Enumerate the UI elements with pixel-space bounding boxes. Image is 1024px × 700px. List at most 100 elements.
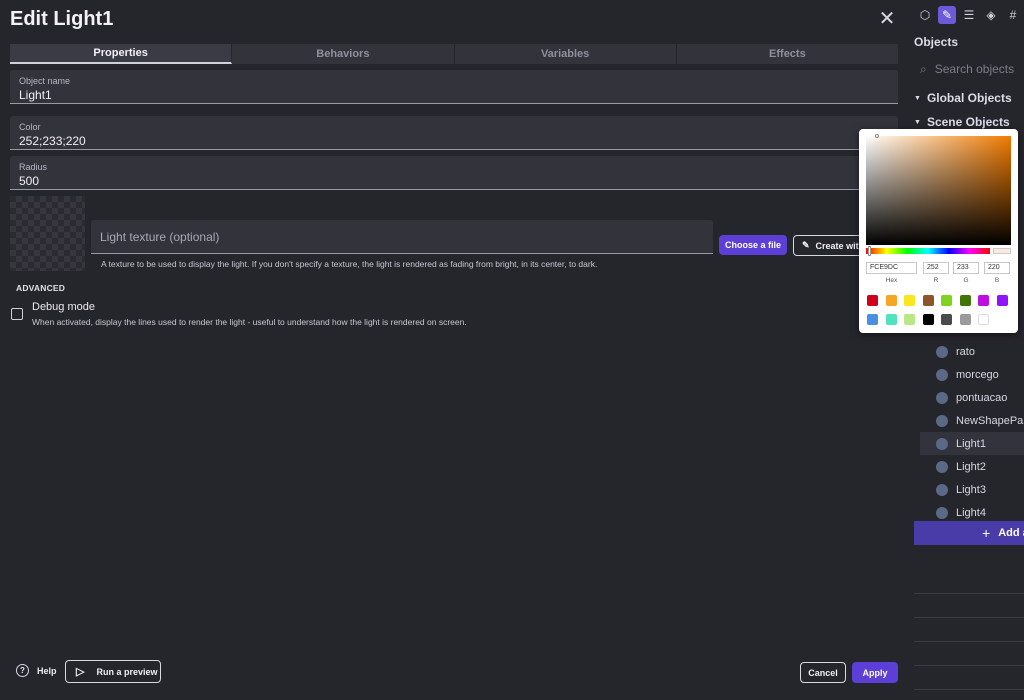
debug-mode-description: When activated, display the lines used t… bbox=[32, 317, 467, 327]
object-icon bbox=[936, 483, 948, 496]
texture-thumbnail[interactable] bbox=[10, 196, 85, 271]
object-list: rato morcego pontuacao NewShapePainter Light… bbox=[920, 340, 1024, 524]
object-label: morcego bbox=[956, 368, 999, 381]
pencil-icon: ✎ bbox=[802, 240, 810, 250]
texture-help-text: A texture to be used to display the ligh… bbox=[101, 259, 598, 269]
object-name-input[interactable]: Light1 bbox=[19, 88, 52, 102]
run-preview-button[interactable]: ▷ Run a preview bbox=[65, 660, 161, 683]
objects-panel: ⬡ ✎ ☰ ◈ # Objects ⌕ Search objects ▼ Glo… bbox=[914, 0, 1024, 700]
color-swatch[interactable] bbox=[885, 295, 897, 306]
field-label: Radius bbox=[19, 162, 48, 172]
advanced-heading: ADVANCED bbox=[16, 283, 66, 293]
object-list-item[interactable]: pontuacao bbox=[920, 386, 1024, 409]
object-name-field[interactable]: Object name Light1 bbox=[10, 70, 898, 104]
texture-input[interactable]: Light texture (optional) bbox=[91, 220, 713, 254]
object-icon bbox=[936, 391, 948, 404]
section-label: Scene Objects bbox=[926, 115, 1010, 129]
hash-icon[interactable]: # bbox=[1004, 6, 1022, 24]
object-list-item[interactable]: NewShapePainter bbox=[920, 409, 1024, 432]
color-swatch[interactable] bbox=[904, 295, 915, 306]
color-swatch[interactable] bbox=[978, 295, 989, 306]
help-button[interactable]: ? Help bbox=[16, 664, 57, 677]
color-swatch[interactable] bbox=[941, 314, 952, 325]
color-swatch[interactable] bbox=[959, 295, 971, 306]
object-label: Light2 bbox=[956, 460, 986, 473]
object-icon bbox=[936, 414, 948, 427]
object-list-item[interactable]: morcego bbox=[920, 363, 1024, 386]
object-list-item[interactable]: rato bbox=[920, 340, 1024, 363]
debug-mode-checkbox[interactable] bbox=[11, 308, 23, 320]
object-list-item[interactable]: Light1 bbox=[920, 432, 1024, 455]
objects-icon[interactable]: ⬡ bbox=[916, 6, 934, 24]
saturation-area[interactable] bbox=[866, 136, 1011, 245]
search-input[interactable]: ⌕ Search objects bbox=[920, 58, 1024, 80]
edit-object-dialog: Edit Light1 ✕ Properties Behaviors Varia… bbox=[0, 0, 914, 700]
hex-label: Hex bbox=[885, 277, 898, 284]
tab-properties[interactable]: Properties bbox=[10, 44, 233, 64]
field-label: Object name bbox=[19, 76, 71, 86]
hue-slider-handle[interactable] bbox=[868, 246, 871, 256]
scene-objects-section[interactable]: ▼ Scene Objects bbox=[914, 115, 1010, 129]
object-label: pontuacao bbox=[956, 391, 1008, 404]
edit-icon[interactable]: ✎ bbox=[938, 6, 956, 24]
panel-rows bbox=[914, 570, 1024, 690]
color-swatch[interactable] bbox=[867, 295, 878, 306]
object-list-item[interactable]: Light3 bbox=[920, 478, 1024, 501]
dialog-title: Edit Light1 bbox=[10, 8, 114, 30]
color-swatch[interactable] bbox=[996, 295, 1008, 306]
tab-variables[interactable]: Variables bbox=[454, 44, 677, 64]
radius-field[interactable]: Radius 500 bbox=[10, 156, 898, 190]
add-object-button[interactable]: + Add a new object bbox=[914, 521, 1024, 545]
color-swatch[interactable] bbox=[885, 314, 897, 325]
r-label: R bbox=[933, 277, 939, 284]
panel-title: Objects bbox=[914, 35, 959, 49]
g-label: G bbox=[963, 277, 969, 284]
object-label: rato bbox=[956, 345, 975, 358]
object-icon bbox=[936, 460, 948, 473]
color-swatch[interactable] bbox=[867, 314, 878, 325]
saturation-cursor[interactable] bbox=[875, 134, 879, 138]
color-swatch[interactable] bbox=[959, 314, 971, 325]
tab-behaviors[interactable]: Behaviors bbox=[232, 44, 455, 64]
choose-file-button[interactable]: Choose a file bbox=[719, 235, 787, 255]
radius-input[interactable]: 500 bbox=[19, 174, 39, 188]
panel-toolbar: ⬡ ✎ ☰ ◈ # bbox=[916, 6, 1022, 24]
color-swatch[interactable] bbox=[922, 314, 934, 325]
object-icon bbox=[936, 506, 948, 519]
r-input[interactable]: 252 bbox=[923, 262, 949, 274]
color-picker: FCE9DC 252 233 220 Hex R G B bbox=[859, 129, 1018, 333]
tab-bar: Properties Behaviors Variables Effects bbox=[10, 44, 898, 64]
texture-placeholder: Light texture (optional) bbox=[100, 230, 220, 244]
play-icon: ▷ bbox=[76, 666, 85, 678]
hue-slider[interactable] bbox=[866, 248, 990, 254]
object-list-item[interactable]: Light2 bbox=[920, 455, 1024, 478]
close-icon[interactable]: ✕ bbox=[878, 9, 896, 29]
color-field[interactable]: Color 252;233;220 bbox=[10, 116, 898, 150]
debug-mode-label: Debug mode bbox=[32, 301, 95, 313]
search-icon: ⌕ bbox=[920, 61, 927, 76]
b-label: B bbox=[994, 277, 1000, 284]
preset-swatches bbox=[867, 295, 1013, 325]
cancel-button[interactable]: Cancel bbox=[800, 662, 846, 683]
object-label: Light3 bbox=[956, 483, 986, 496]
tab-effects[interactable]: Effects bbox=[676, 44, 898, 64]
apply-button[interactable]: Apply bbox=[852, 662, 898, 683]
object-label: Light4 bbox=[956, 506, 986, 519]
help-label: Help bbox=[37, 665, 57, 676]
color-swatch[interactable] bbox=[941, 295, 952, 306]
chevron-down-icon: ▼ bbox=[914, 94, 921, 102]
color-swatch[interactable] bbox=[922, 295, 934, 306]
color-swatch[interactable] bbox=[978, 314, 989, 325]
help-icon: ? bbox=[16, 664, 29, 677]
color-swatch[interactable] bbox=[904, 314, 915, 325]
layers-icon[interactable]: ◈ bbox=[982, 6, 1000, 24]
g-input[interactable]: 233 bbox=[953, 262, 979, 274]
b-input[interactable]: 220 bbox=[984, 262, 1010, 274]
hex-input[interactable]: FCE9DC bbox=[866, 262, 917, 274]
add-object-label: Add a new object bbox=[998, 527, 1024, 539]
global-objects-section[interactable]: ▼ Global Objects bbox=[914, 91, 1012, 105]
preview-label: Run a preview bbox=[96, 666, 158, 677]
color-input[interactable]: 252;233;220 bbox=[19, 134, 86, 148]
list-icon[interactable]: ☰ bbox=[960, 6, 978, 24]
current-color-swatch bbox=[993, 248, 1011, 254]
